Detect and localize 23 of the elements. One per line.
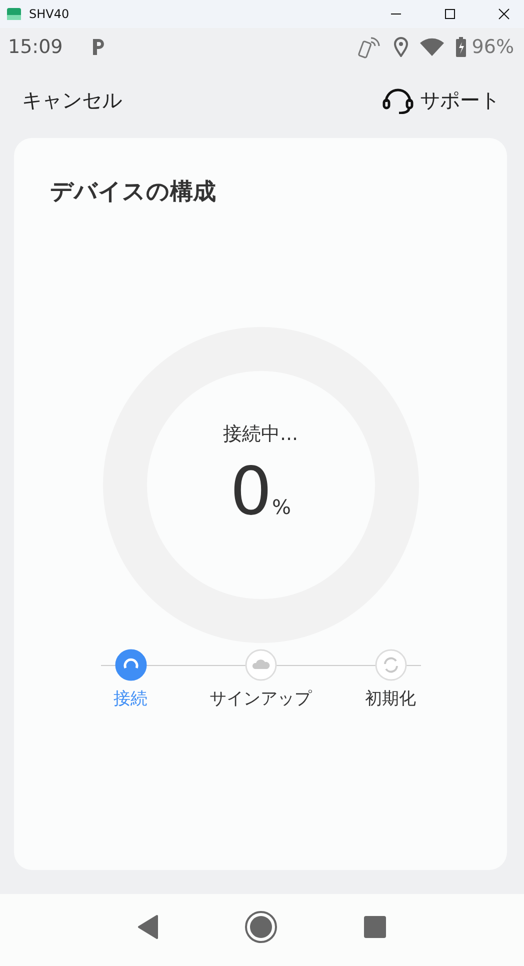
step-label: サインアップ	[210, 688, 312, 710]
step-label: 接続	[114, 688, 148, 710]
battery-level: 96%	[472, 36, 514, 58]
battery-icon	[456, 37, 466, 57]
home-icon[interactable]	[244, 910, 278, 944]
window-title: SHV40	[29, 7, 70, 21]
wifi-icon	[420, 38, 444, 56]
percent-value: 0%	[230, 452, 291, 530]
step-label: 初期化	[365, 688, 416, 710]
headset-icon[interactable]	[382, 86, 414, 114]
maximize-icon[interactable]	[444, 8, 456, 20]
app-icon	[7, 8, 21, 20]
cancel-link[interactable]: キャンセル	[22, 86, 122, 114]
support-link[interactable]: サポート	[420, 86, 500, 114]
recents-icon[interactable]	[362, 915, 387, 939]
back-icon[interactable]	[137, 915, 160, 939]
card-title: デバイスの構成	[50, 178, 216, 207]
close-icon[interactable]	[498, 8, 510, 20]
parking-icon	[90, 38, 105, 56]
phone-signal-icon	[358, 35, 382, 59]
clock: 15:09	[8, 36, 63, 58]
location-icon	[394, 37, 408, 57]
status-text: 接続中...	[222, 422, 298, 446]
